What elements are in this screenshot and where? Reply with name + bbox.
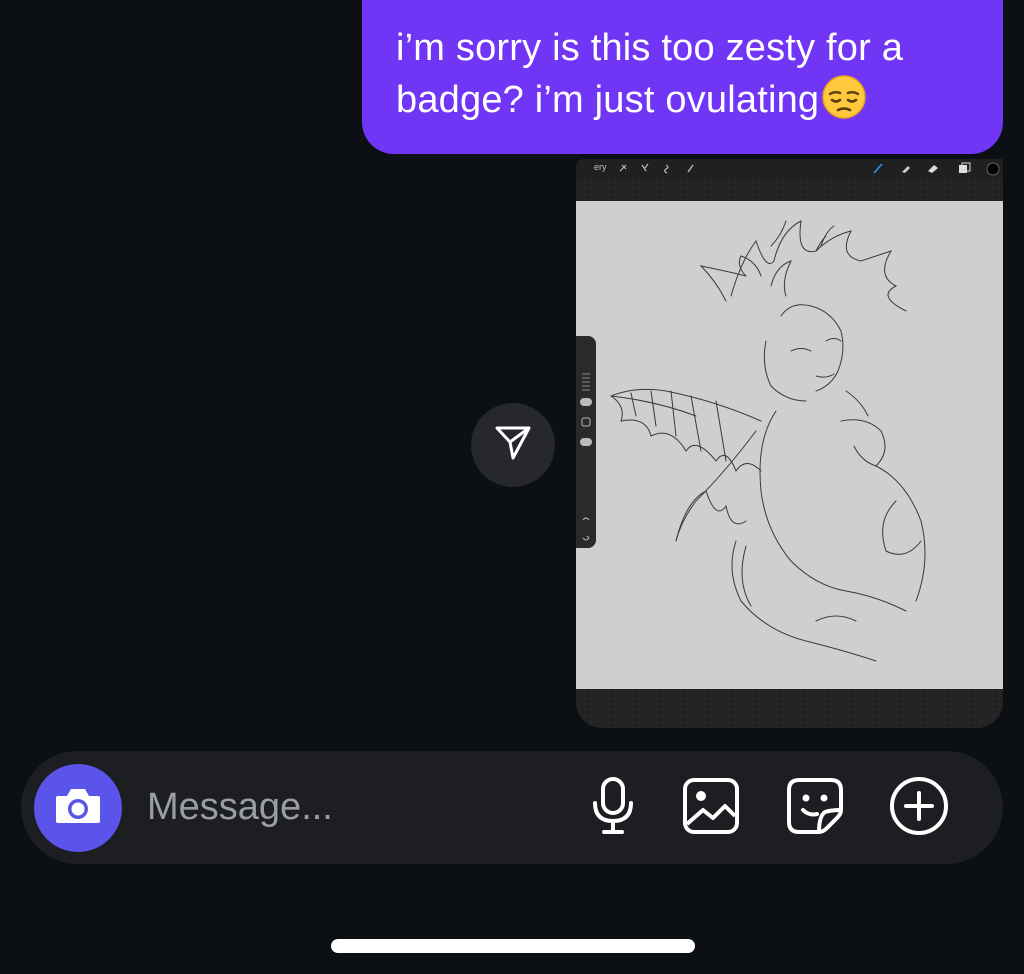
toolbar-tools-icon	[619, 162, 1000, 176]
sent-message-bubble[interactable]: i’m sorry is this too zesty for a badge?…	[362, 0, 1003, 154]
message-input[interactable]	[147, 779, 567, 835]
add-icon	[888, 775, 950, 842]
add-button[interactable]	[888, 775, 950, 842]
message-composer	[21, 751, 1003, 864]
pensive-face-emoji-icon	[821, 74, 867, 134]
gallery-icon	[681, 776, 741, 841]
chat-screen: i’m sorry is this too zesty for a badge?…	[0, 0, 1024, 974]
canvas-margin-bottom	[576, 689, 1003, 728]
home-indicator[interactable]	[331, 939, 695, 953]
microphone-icon	[588, 775, 638, 842]
camera-button[interactable]	[34, 764, 122, 852]
camera-icon	[52, 784, 104, 833]
image-message[interactable]: ery	[576, 159, 1003, 728]
sticker-button[interactable]	[784, 777, 846, 839]
app-toolbar: ery	[576, 159, 1003, 179]
send-icon	[493, 423, 533, 468]
microphone-button[interactable]	[582, 775, 644, 842]
sketch-canvas	[576, 201, 1003, 689]
brush-size-slider	[576, 336, 596, 548]
sticker-icon	[785, 776, 845, 841]
canvas-margin-top	[576, 179, 1003, 201]
share-button[interactable]	[471, 403, 555, 487]
gallery-button[interactable]	[680, 777, 742, 839]
sketch-drawing	[610, 220, 926, 662]
